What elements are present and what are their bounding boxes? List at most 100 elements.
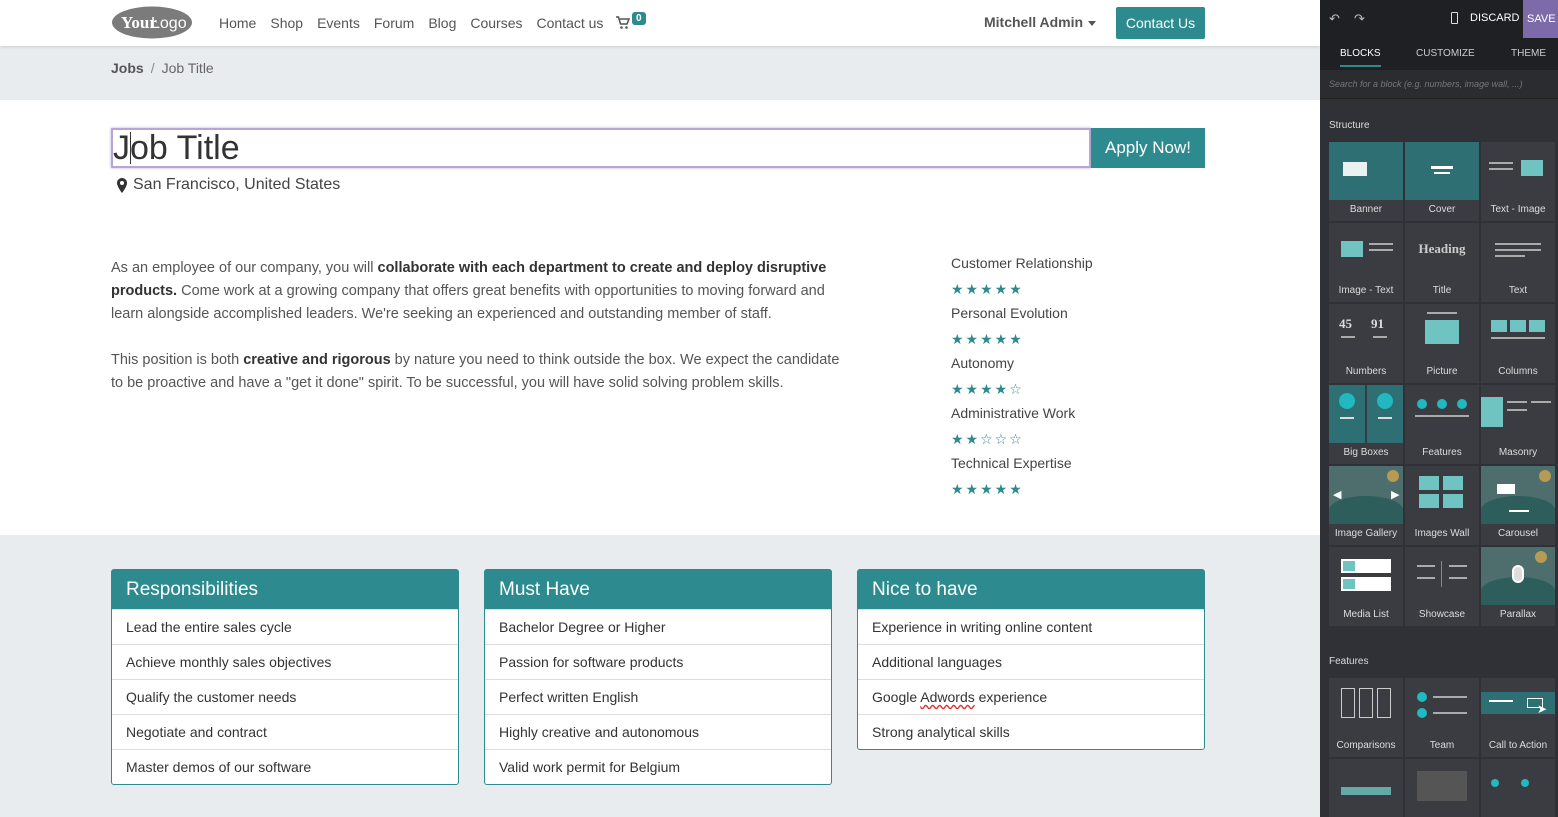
mobile-preview-icon[interactable] [1451,12,1458,24]
chevron-right-icon: ▶ [1391,489,1400,501]
job-title-editable[interactable]: Job Title [111,128,1091,168]
redo-icon[interactable]: ↷ [1354,11,1365,27]
block-features-partial-1[interactable] [1329,759,1403,817]
block-label: Cover [1428,204,1456,215]
block-media-list[interactable]: Media List [1329,547,1403,626]
thumb-number-2: 91 [1371,316,1384,331]
panel-title: Must Have [485,570,831,609]
block-label: Comparisons [1336,740,1396,751]
block-big-boxes[interactable]: Big Boxes [1329,385,1403,464]
tab-theme[interactable]: THEME [1511,48,1546,59]
thumb-number-1: 45 [1339,316,1352,331]
block-label: Media List [1343,609,1389,620]
thumb-heading-text: Heading [1418,241,1466,256]
spellcheck-word: Adwords [920,689,975,705]
block-cover[interactable]: Cover [1405,142,1479,221]
block-label: Call to Action [1488,740,1548,751]
call-to-action-thumbnail: ➤ [1481,678,1555,736]
block-carousel[interactable]: Carousel [1481,466,1555,545]
block-parallax[interactable]: Parallax [1481,547,1555,626]
nav-contact-us[interactable]: Contact us [537,15,604,31]
breadcrumb-jobs-link[interactable]: Jobs [111,60,144,76]
block-numbers[interactable]: 45 91 Numbers [1329,304,1403,383]
cover-thumbnail [1405,142,1479,200]
block-call-to-action[interactable]: ➤ Call to Action [1481,678,1555,757]
team-thumbnail [1405,678,1479,736]
user-menu-dropdown[interactable]: Mitchell Admin [984,14,1097,30]
panel-responsibilities: Responsibilities Lead the entire sales c… [111,569,459,785]
block-label: Image Gallery [1334,528,1398,539]
block-image-text[interactable]: Image - Text [1329,223,1403,302]
parallax-thumbnail [1481,547,1555,605]
banner-thumbnail [1329,142,1403,200]
skill-name: Customer Relationship [951,255,1093,271]
block-text-image[interactable]: Text - Image [1481,142,1555,221]
undo-icon[interactable]: ↶ [1329,11,1340,27]
tab-customize[interactable]: CUSTOMIZE [1416,48,1475,59]
breadcrumb-current: Job Title [161,60,214,76]
contact-us-button[interactable]: Contact Us [1116,7,1205,39]
block-label: Text [1508,285,1528,296]
save-button[interactable]: SAVE [1523,0,1558,38]
map-marker-icon [117,177,127,193]
skill-personal-evolution: Personal Evolution ★★★★★ [951,305,1211,355]
star-rating: ★★☆☆☆ [951,431,1024,447]
top-navbar: Your Logo Home Shop Events Forum Blog Co… [0,0,1320,46]
skill-customer-relationship: Customer Relationship ★★★★★ [951,255,1211,305]
block-label: Parallax [1499,609,1537,620]
apply-now-button[interactable]: Apply Now! [1091,128,1205,168]
description-paragraph-2: This position is both creative and rigor… [111,349,841,395]
block-title[interactable]: Heading Title [1405,223,1479,302]
nav-events[interactable]: Events [317,15,360,31]
block-label: Title [1432,285,1452,296]
big-boxes-thumbnail [1329,385,1403,443]
block-search-input[interactable]: Search for a block (e.g. numbers, image … [1320,70,1558,99]
block-picture[interactable]: Picture [1405,304,1479,383]
list-item: Valid work permit for Belgium [485,749,831,784]
block-images-wall[interactable]: Images Wall [1405,466,1479,545]
cart-icon [616,16,630,29]
block-team[interactable]: Team [1405,678,1479,757]
skill-name: Technical Expertise [951,455,1072,471]
columns-thumbnail [1481,304,1555,362]
block-features-partial-3[interactable] [1481,759,1555,817]
discard-button[interactable]: DISCARD [1470,12,1520,24]
company-logo[interactable]: Your Logo [111,6,193,39]
block-label: Showcase [1418,609,1466,620]
block-comparisons[interactable]: Comparisons [1329,678,1403,757]
block-showcase[interactable]: Showcase [1405,547,1479,626]
nav-home[interactable]: Home [219,15,256,31]
skill-technical-expertise: Technical Expertise ★★★★★ [951,455,1211,505]
cart-count-badge: 0 [632,12,646,25]
description-paragraph-1: As an employee of our company, you will … [111,257,841,326]
list-item: Strong analytical skills [858,714,1204,749]
list-item: Master demos of our software [112,749,458,784]
nav-forum[interactable]: Forum [374,15,414,31]
block-banner[interactable]: Banner [1329,142,1403,221]
image-gallery-thumbnail: ◀ ▶ [1329,466,1403,524]
text-image-thumbnail [1481,142,1555,200]
job-title-row: Job Title Apply Now! [111,128,1205,168]
job-title-text: Job Title [113,129,240,167]
block-features[interactable]: Features [1405,385,1479,464]
block-image-gallery[interactable]: ◀ ▶ Image Gallery [1329,466,1403,545]
block-masonry[interactable]: Masonry [1481,385,1555,464]
cart-link[interactable]: 0 [616,12,646,30]
block-thumbnail [1481,759,1555,817]
nav-shop[interactable]: Shop [270,15,303,31]
nav-courses[interactable]: Courses [470,15,522,31]
block-label: Image - Text [1338,285,1394,296]
desc-p1-text-a: As an employee of our company, you will [111,260,378,276]
block-columns[interactable]: Columns [1481,304,1555,383]
nav-blog[interactable]: Blog [428,15,456,31]
block-label: Features [1422,447,1462,458]
tab-blocks[interactable]: BLOCKS [1340,48,1381,67]
block-features-partial-2[interactable] [1405,759,1479,817]
numbers-thumbnail: 45 91 [1329,304,1403,362]
job-location: San Francisco, United States [117,176,340,194]
block-text[interactable]: Text [1481,223,1555,302]
logo-text-logo: Logo [151,15,187,32]
star-rating: ★★★★☆ [951,381,1024,397]
skills-ratings: Customer Relationship ★★★★★ Personal Evo… [951,255,1211,505]
star-rating: ★★★★★ [951,481,1024,497]
